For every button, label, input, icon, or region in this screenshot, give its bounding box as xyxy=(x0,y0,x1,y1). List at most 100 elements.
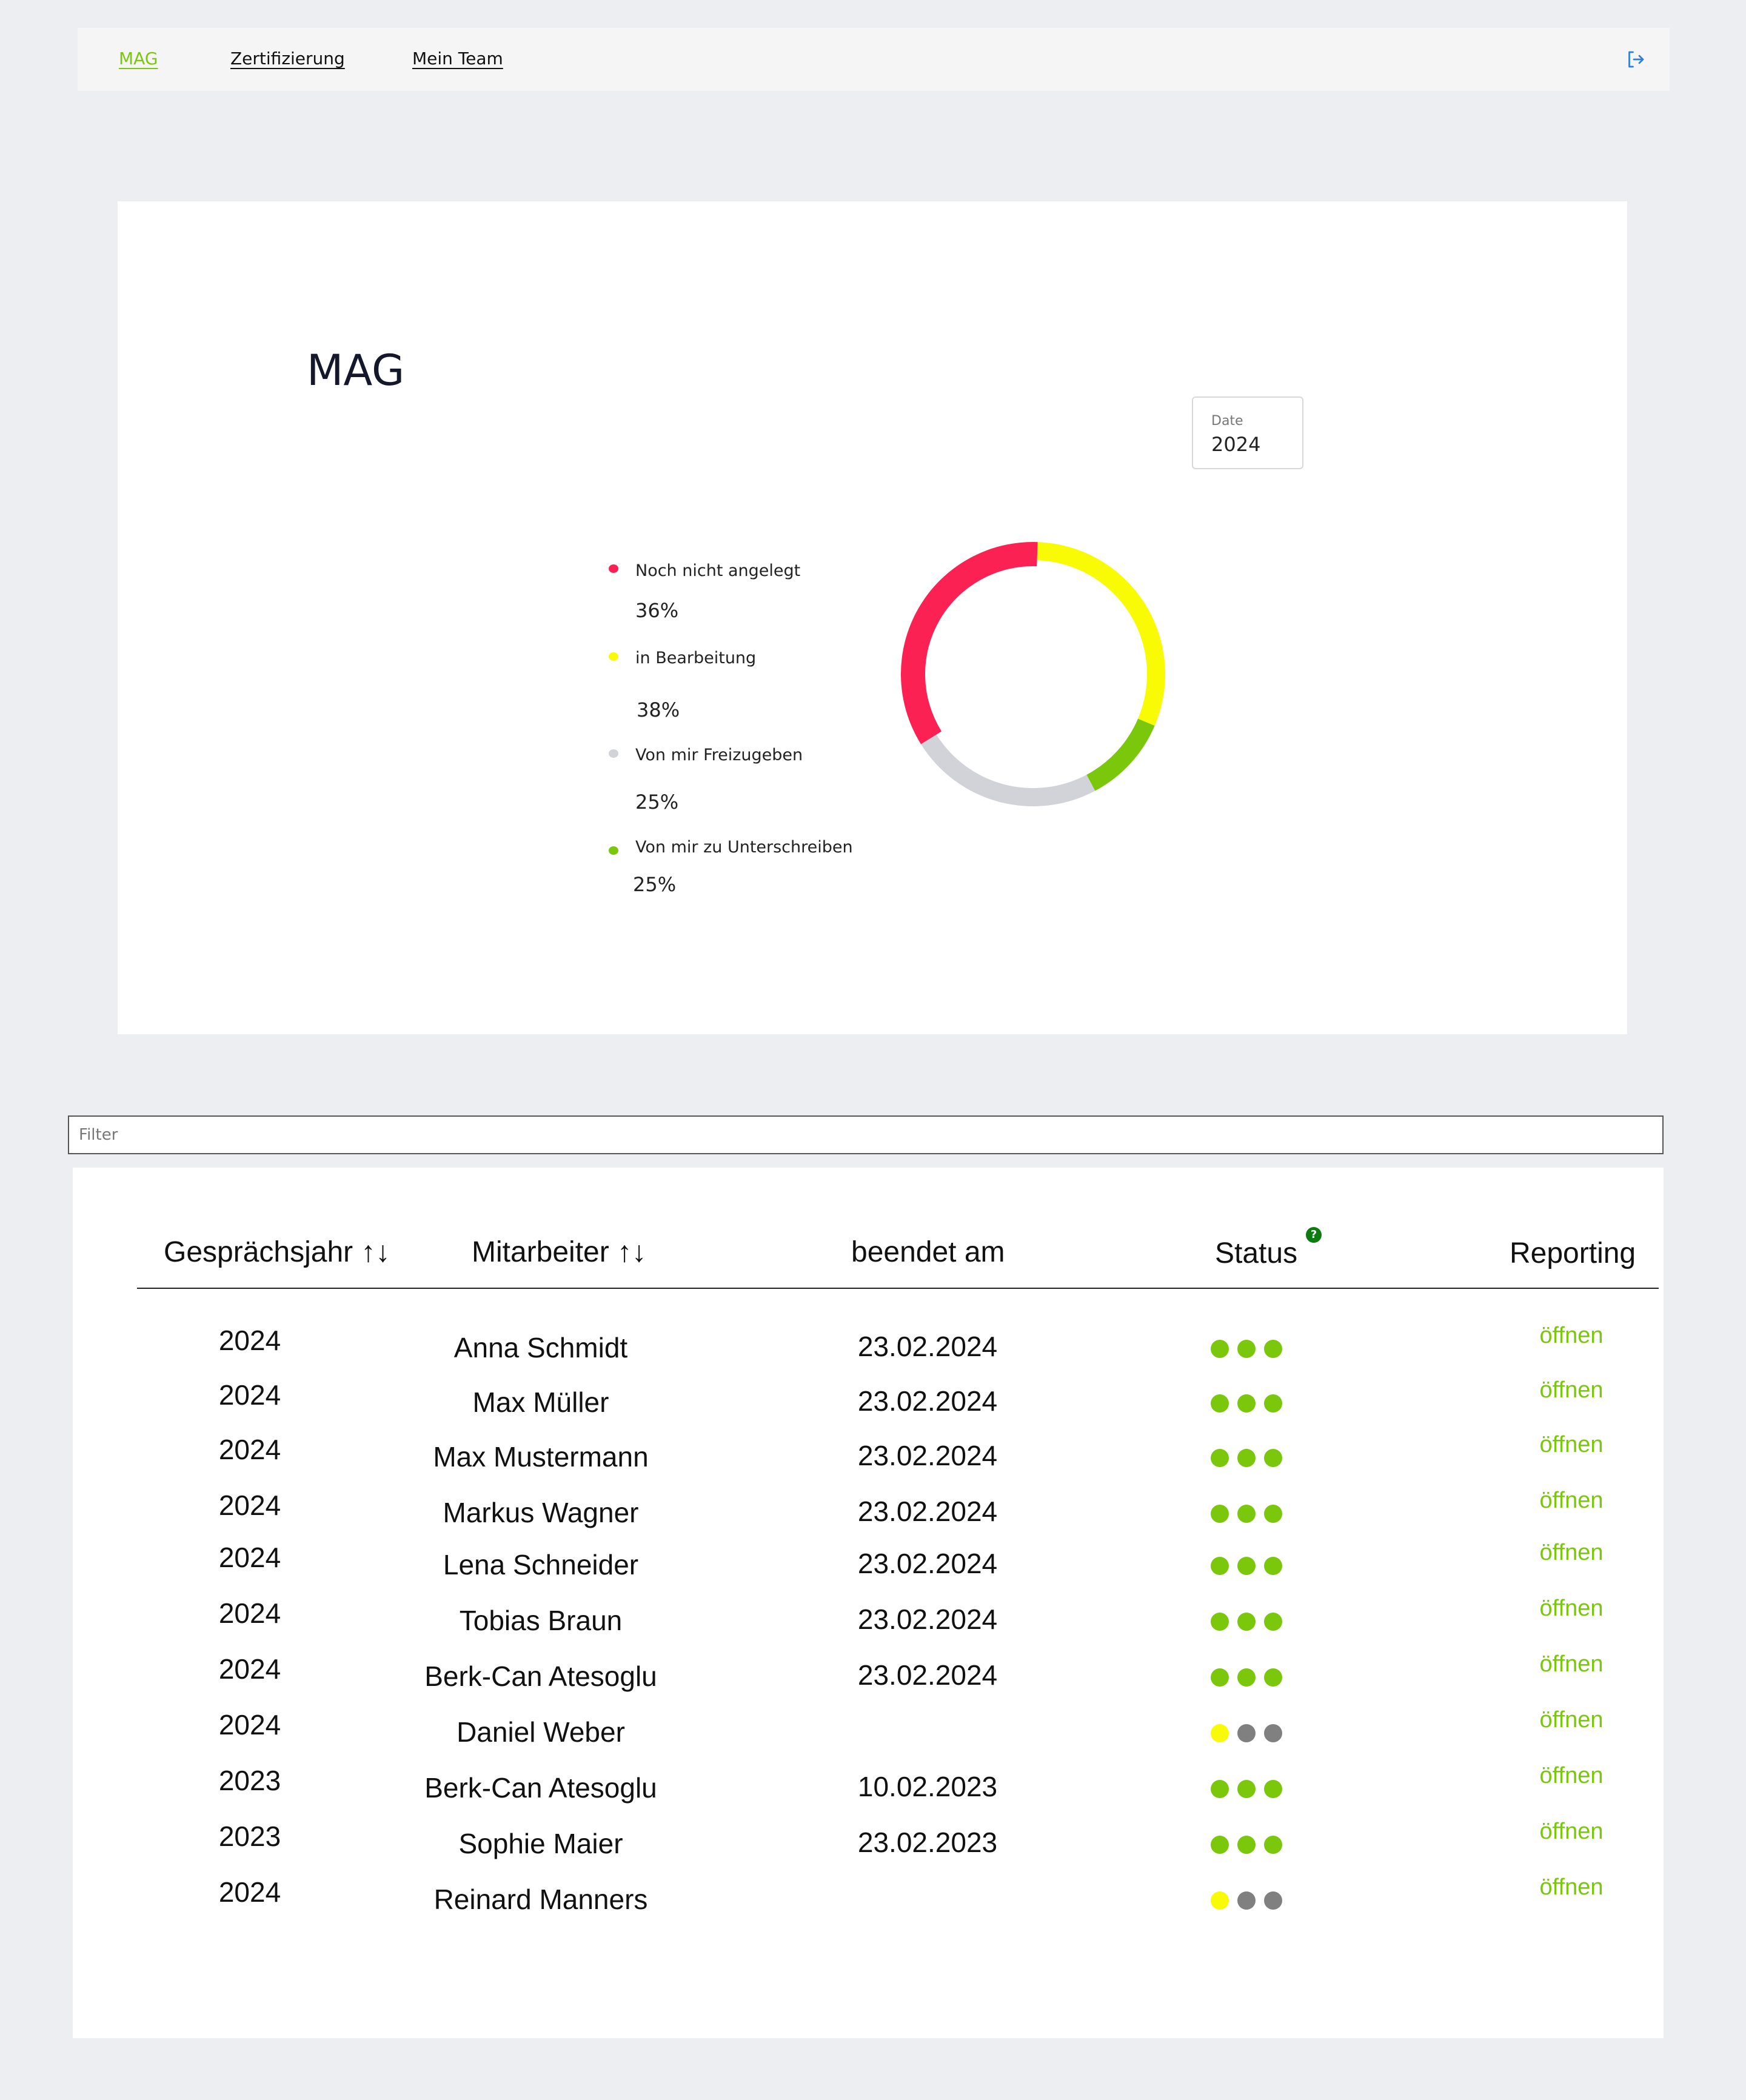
top-nav: MAG Zertifizierung Mein Team xyxy=(78,28,1670,91)
row-finished-date: 23.02.2024 xyxy=(857,1659,998,1691)
row-status-dots xyxy=(1211,1340,1282,1358)
row-employee: Markus Wagner xyxy=(443,1497,639,1528)
row-year: 2024 xyxy=(218,1709,281,1741)
date-label: Date xyxy=(1211,413,1243,429)
nav-link-mein-team[interactable]: Mein Team xyxy=(412,48,503,69)
row-status-dots xyxy=(1211,1394,1282,1413)
row-year: 2023 xyxy=(218,1821,281,1852)
row-open-report-link[interactable]: öffnen xyxy=(1540,1323,1604,1349)
row-employee: Tobias Braun xyxy=(459,1605,623,1636)
legend-value-in-bearbeitung: 38% xyxy=(637,698,680,721)
row-finished-date: 23.02.2024 xyxy=(857,1548,998,1579)
row-status-dots xyxy=(1211,1505,1282,1523)
row-open-report-link[interactable]: öffnen xyxy=(1540,1377,1604,1403)
status-dot-gray xyxy=(1264,1891,1282,1910)
status-dot-gray xyxy=(1237,1891,1256,1910)
status-dot-green xyxy=(1264,1505,1282,1523)
date-selector[interactable]: Date 2024 xyxy=(1192,396,1303,469)
legend-dot-von-mir-freizugeben xyxy=(609,749,618,758)
status-dot-green xyxy=(1264,1780,1282,1798)
status-dot-green xyxy=(1237,1394,1256,1413)
row-status-dots xyxy=(1211,1724,1282,1742)
row-finished-date: 10.02.2023 xyxy=(857,1771,998,1802)
row-open-report-link[interactable]: öffnen xyxy=(1540,1707,1604,1733)
legend-dot-in-bearbeitung xyxy=(609,652,618,661)
status-dot-green xyxy=(1211,1394,1229,1413)
status-dot-green xyxy=(1211,1613,1229,1631)
legend-value-noch-nicht-angelegt: 36% xyxy=(635,599,679,622)
row-employee: Sophie Maier xyxy=(458,1828,623,1859)
status-dot-green xyxy=(1237,1449,1256,1467)
row-year: 2023 xyxy=(218,1765,281,1796)
status-dot-green xyxy=(1237,1505,1256,1523)
status-dot-gray xyxy=(1264,1724,1282,1742)
row-year: 2024 xyxy=(218,1490,281,1521)
status-dot-green xyxy=(1211,1505,1229,1523)
row-finished-date: 23.02.2024 xyxy=(857,1331,998,1362)
status-dot-green xyxy=(1211,1449,1229,1467)
row-year: 2024 xyxy=(218,1597,281,1629)
row-open-report-link[interactable]: öffnen xyxy=(1540,1488,1604,1514)
row-employee: Max Müller xyxy=(472,1386,609,1418)
status-dot-green xyxy=(1211,1340,1229,1358)
row-finished-date: 23.02.2024 xyxy=(857,1385,998,1417)
legend-label-von-mir-zu-unterschreiben: Von mir zu Unterschreiben xyxy=(635,838,853,857)
row-year: 2024 xyxy=(218,1325,281,1356)
status-dot-green xyxy=(1264,1340,1282,1358)
logout-icon[interactable] xyxy=(1625,48,1647,70)
date-value: 2024 xyxy=(1211,433,1261,456)
status-dot-yellow xyxy=(1211,1891,1229,1910)
row-employee: Reinard Manners xyxy=(433,1884,648,1915)
row-year: 2024 xyxy=(218,1379,281,1411)
column-header-status: Status xyxy=(1215,1237,1298,1269)
row-open-report-link[interactable]: öffnen xyxy=(1540,1651,1604,1677)
filter-input[interactable] xyxy=(68,1115,1664,1154)
status-dot-green xyxy=(1237,1780,1256,1798)
legend-value-von-mir-zu-unterschreiben: 25% xyxy=(633,873,677,896)
donut-chart xyxy=(901,542,1165,806)
legend-label-in-bearbeitung: in Bearbeitung xyxy=(635,649,757,667)
status-dot-green xyxy=(1237,1340,1256,1358)
row-status-dots xyxy=(1211,1891,1282,1910)
row-employee: Anna Schmidt xyxy=(453,1332,628,1363)
status-dot-green xyxy=(1211,1780,1229,1798)
column-header-gespraechsjahr[interactable]: Gesprächsjahr ↑↓ xyxy=(164,1236,390,1269)
status-dot-green xyxy=(1237,1613,1256,1631)
row-open-report-link[interactable]: öffnen xyxy=(1540,1432,1604,1458)
status-dot-green xyxy=(1264,1557,1282,1575)
mag-table: Gesprächsjahr ↑↓ Mitarbeiter ↑↓ beendet … xyxy=(73,1168,1664,2038)
legend-value-von-mir-freizugeben: 25% xyxy=(635,791,679,814)
donut-segment-noch-nicht-angelegt xyxy=(901,542,1038,744)
status-dot-green xyxy=(1264,1668,1282,1687)
row-open-report-link[interactable]: öffnen xyxy=(1540,1763,1604,1789)
nav-link-mag[interactable]: MAG xyxy=(119,48,158,69)
status-dot-green xyxy=(1237,1668,1256,1687)
row-employee: Daniel Weber xyxy=(457,1716,625,1748)
column-header-mitarbeiter[interactable]: Mitarbeiter ↑↓ xyxy=(472,1236,646,1269)
row-status-dots xyxy=(1211,1557,1282,1575)
column-header-beendet-am: beendet am xyxy=(851,1236,1005,1268)
legend-dot-von-mir-zu-unterschreiben xyxy=(609,846,618,855)
row-status-dots xyxy=(1211,1613,1282,1631)
status-dot-green xyxy=(1211,1557,1229,1575)
row-open-report-link[interactable]: öffnen xyxy=(1540,1819,1604,1845)
status-dot-green xyxy=(1211,1836,1229,1854)
donut-segment-von-mir-freizugeben xyxy=(921,734,1095,806)
row-open-report-link[interactable]: öffnen xyxy=(1540,1874,1604,1901)
status-dot-green xyxy=(1237,1836,1256,1854)
row-finished-date: 23.02.2024 xyxy=(857,1496,998,1527)
status-dot-green xyxy=(1237,1557,1256,1575)
row-employee: Berk-Can Atesoglu xyxy=(424,1660,657,1692)
row-open-report-link[interactable]: öffnen xyxy=(1540,1540,1604,1566)
nav-link-zertifizierung[interactable]: Zertifizierung xyxy=(230,48,345,69)
legend-label-von-mir-freizugeben: Von mir Freizugeben xyxy=(635,746,803,764)
row-status-dots xyxy=(1211,1780,1282,1798)
page-title: MAG xyxy=(307,346,405,395)
row-finished-date: 23.02.2023 xyxy=(857,1827,998,1858)
row-open-report-link[interactable]: öffnen xyxy=(1540,1596,1604,1622)
status-help-icon[interactable]: ? xyxy=(1306,1227,1322,1243)
row-employee: Max Mustermann xyxy=(433,1441,649,1473)
mag-card: MAG Date 2024 Noch nicht angelegt 36% in… xyxy=(118,201,1627,1034)
row-status-dots xyxy=(1211,1836,1282,1854)
status-dot-green xyxy=(1264,1613,1282,1631)
